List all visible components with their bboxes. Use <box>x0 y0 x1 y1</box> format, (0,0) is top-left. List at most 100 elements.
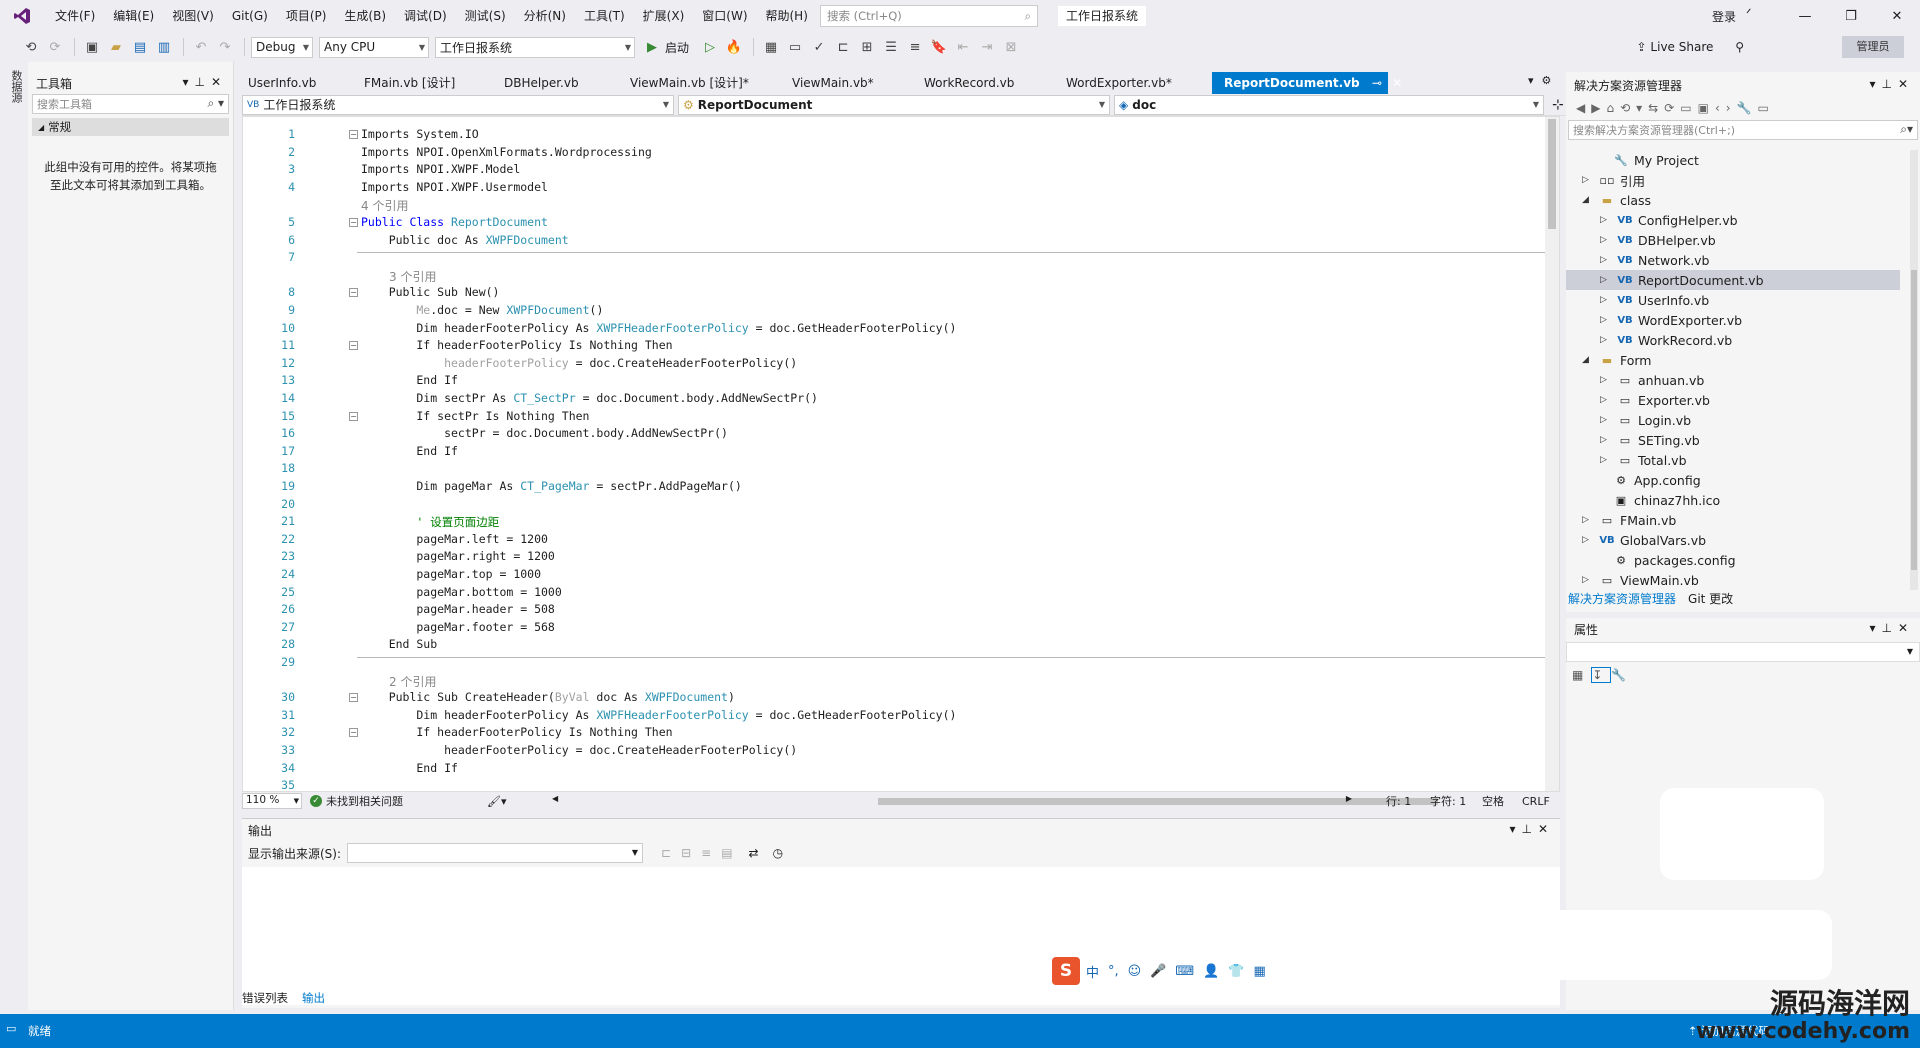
output-toggle-icon[interactable]: ▭ <box>6 1022 16 1035</box>
tab-wordexporter[interactable]: WordExporter.vb* <box>1054 72 1210 94</box>
categorized-icon[interactable]: ▦ <box>1572 668 1591 682</box>
ime-emoji-icon[interactable]: ☺ <box>1128 964 1142 979</box>
fold-toggle-icon[interactable]: − <box>349 411 358 421</box>
layout-icon[interactable]: ▭ <box>784 36 806 58</box>
expander-icon[interactable]: ◢ <box>1582 195 1594 205</box>
tab-viewmain-design[interactable]: ViewMain.vb [设计]* <box>618 72 778 94</box>
toolbox-icon[interactable]: ▦ <box>760 36 782 58</box>
start-icon[interactable]: ▶ <box>641 36 663 58</box>
menu-extensions[interactable]: 扩展(X) <box>634 0 694 32</box>
tab-viewmain[interactable]: ViewMain.vb* <box>780 72 910 94</box>
solution-tree-item[interactable]: ⚙ packages.config <box>1566 550 1900 570</box>
solution-tree-item[interactable]: ▷ VB WorkRecord.vb <box>1566 330 1900 350</box>
format-icon[interactable]: ⊞ <box>856 36 878 58</box>
platform-select[interactable]: Any CPU ▼ <box>319 36 429 58</box>
scrollbar-thumb[interactable] <box>1548 119 1556 229</box>
vertical-scrollbar[interactable] <box>1910 150 1918 590</box>
solution-tree-item[interactable]: ▷ VB GlobalVars.vb <box>1566 530 1900 550</box>
forward-icon[interactable]: ⟳ <box>44 36 66 58</box>
solution-tree-item[interactable]: 🔧 My Project <box>1566 150 1900 170</box>
toolbox-group-general[interactable]: ◢ 常规 <box>32 118 229 136</box>
ime-chinese-mode[interactable]: 中 <box>1086 962 1099 981</box>
minimize-icon[interactable]: — <box>1782 9 1828 24</box>
solution-config-select[interactable]: Debug ▼ <box>251 36 313 58</box>
scroll-left-icon[interactable]: ◀ <box>552 794 558 803</box>
expander-icon[interactable]: ▷ <box>1600 215 1612 225</box>
panel-controls[interactable]: ▾⊥✕ <box>1869 621 1914 635</box>
align-icon[interactable]: ⊏ <box>832 36 854 58</box>
hot-reload-icon[interactable]: 🔥 <box>723 36 745 58</box>
startup-project-select[interactable]: 工作日报系统 ▼ <box>435 36 635 58</box>
menu-build[interactable]: 生成(B) <box>335 0 395 32</box>
start-button-label[interactable]: 启动 <box>665 39 689 56</box>
eol-indicator[interactable]: CRLF <box>1522 795 1550 808</box>
bookmark-prev-icon[interactable]: ⇤ <box>952 36 974 58</box>
ime-keyboard-icon[interactable]: ⌨ <box>1175 964 1194 979</box>
scroll-right-icon[interactable]: ▶ <box>1346 794 1352 803</box>
expander-icon[interactable]: ▷ <box>1600 415 1612 425</box>
menu-analyze[interactable]: 分析(N) <box>515 0 575 32</box>
solution-tree-item[interactable]: ▣ chinaz7hh.ico <box>1566 490 1900 510</box>
login-link[interactable]: 登录 <box>1712 8 1736 25</box>
feedback-icon[interactable]: ᐟ <box>1746 7 1752 22</box>
tab-fmain-design[interactable]: FMain.vb [设计] <box>352 72 490 94</box>
menu-git[interactable]: Git(G) <box>223 0 277 32</box>
expander-icon[interactable]: ▷ <box>1600 335 1612 345</box>
expander-icon[interactable]: ▷ <box>1600 435 1612 445</box>
tab-reportdocument[interactable]: ReportDocument.vb ⊸ ✕ <box>1212 72 1402 94</box>
zoom-select[interactable]: 110 % ▼ <box>242 793 302 809</box>
solution-explorer-toolbar[interactable]: ◀▶⌂⟲▾⇆⟳▭▣‹›🔧▭ <box>1566 96 1920 120</box>
solution-tree-item[interactable]: ▷ VB Network.vb <box>1566 250 1900 270</box>
expander-icon[interactable]: ▷ <box>1582 575 1594 585</box>
person-icon[interactable]: ⚲ <box>1735 40 1744 54</box>
fold-toggle-icon[interactable]: − <box>349 130 358 139</box>
tab-workrecord[interactable]: WorkRecord.vb <box>912 72 1052 94</box>
fold-toggle-icon[interactable]: − <box>349 728 358 738</box>
reference-count-link[interactable]: 2 个引用 <box>389 673 436 690</box>
solution-tree-item[interactable]: ⚙ App.config <box>1566 470 1900 490</box>
redo-icon[interactable]: ↷ <box>214 36 236 58</box>
solution-tree-item[interactable]: ◢ ▬ Form <box>1566 350 1900 370</box>
output-source-select[interactable]: ▼ <box>347 843 644 863</box>
solution-tree-item[interactable]: ▷ ▭ Login.vb <box>1566 410 1900 430</box>
save-all-icon[interactable]: ▥ <box>153 36 175 58</box>
menu-file[interactable]: 文件(F) <box>46 0 104 32</box>
tab-options-icon[interactable]: ▾⚙ <box>1528 74 1559 87</box>
bookmark-icon[interactable]: 🔖 <box>928 36 950 58</box>
class-nav-select[interactable]: ⚙ ReportDocument ▼ <box>678 94 1110 115</box>
bookmark-next-icon[interactable]: ⇥ <box>976 36 998 58</box>
fold-toggle-icon[interactable]: − <box>349 693 358 703</box>
expander-icon[interactable]: ◢ <box>1582 355 1594 365</box>
start-without-debug-icon[interactable]: ▷ <box>699 36 721 58</box>
solution-tree-item[interactable]: ▷ ▭ anhuan.vb <box>1566 370 1900 390</box>
split-editor-icon[interactable]: ⊹ <box>1552 97 1564 113</box>
tab-close-icon[interactable]: ✕ <box>1392 76 1402 90</box>
project-nav-select[interactable]: VB 工作日报系统 ▼ <box>242 94 674 115</box>
property-pages-icon[interactable]: 🔧 <box>1611 668 1634 682</box>
fold-toggle-icon[interactable]: − <box>349 288 358 298</box>
sogou-logo-icon[interactable]: S <box>1052 957 1080 985</box>
solution-tree-item[interactable]: ▷ ▭ FMain.vb <box>1566 510 1900 530</box>
properties-object-select[interactable]: ▼ <box>1566 642 1920 662</box>
fold-toggle-icon[interactable]: − <box>349 218 358 227</box>
tab-git-changes[interactable]: Git 更改 <box>1688 590 1733 607</box>
expander-icon[interactable]: ▷ <box>1582 515 1594 525</box>
tab-userinfo[interactable]: UserInfo.vb <box>236 72 350 94</box>
save-icon[interactable]: ▤ <box>129 36 151 58</box>
fold-toggle-icon[interactable]: − <box>349 341 358 351</box>
tab-error-list[interactable]: 错误列表 <box>242 990 288 1006</box>
undo-icon[interactable]: ↶ <box>190 36 212 58</box>
spell-check-icon[interactable]: ✓ <box>808 36 830 58</box>
comment-icon[interactable]: ≡ <box>904 36 926 58</box>
horizontal-scrollbar[interactable]: ◀ ▶ <box>552 792 1438 810</box>
expander-icon[interactable]: ▷ <box>1600 235 1612 245</box>
menu-debug[interactable]: 调试(D) <box>395 0 456 32</box>
tab-dbhelper[interactable]: DBHelper.vb <box>492 72 616 94</box>
scrollbar-thumb[interactable] <box>1911 270 1917 570</box>
expander-icon[interactable]: ▷ <box>1600 455 1612 465</box>
menu-edit[interactable]: 编辑(E) <box>104 0 163 32</box>
restore-icon[interactable]: ❐ <box>1828 9 1874 24</box>
expander-icon[interactable]: ▷ <box>1600 255 1612 265</box>
line-indicator[interactable]: 行: 1 <box>1386 793 1411 809</box>
scrollbar-thumb[interactable] <box>878 798 1438 805</box>
